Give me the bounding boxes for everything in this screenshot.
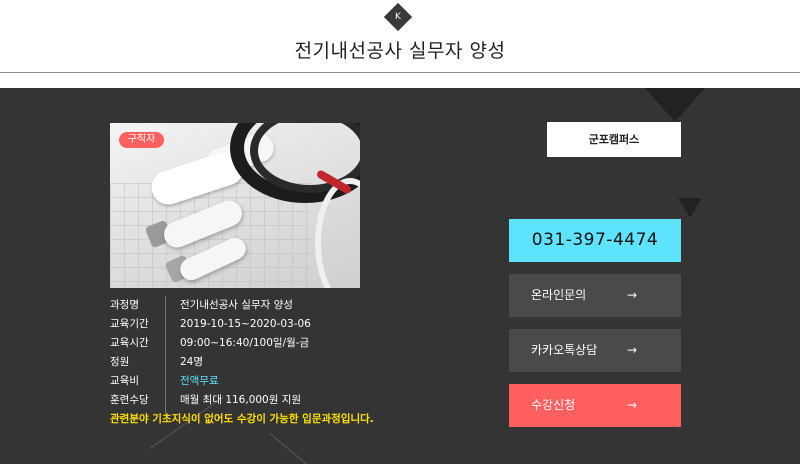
button-label: 온라인문의: [531, 288, 587, 302]
button-label: 카카오톡상담: [531, 343, 598, 357]
header-divider: [0, 72, 800, 73]
kakaotalk-consult-button[interactable]: 카카오톡상담 →: [509, 329, 681, 372]
info-value: 09:00~16:40/100일/월-금: [180, 337, 310, 349]
info-label: 과정명: [110, 299, 139, 311]
course-image: 구직자: [110, 123, 360, 288]
info-label: 훈련수당: [110, 394, 149, 406]
decorative-triangle: [645, 88, 705, 122]
course-panel: 구직자 과정명 전기내선공사 실무자 양성 교육기간 2019-10-15~20…: [0, 88, 800, 464]
enroll-button[interactable]: 수강신청 →: [509, 384, 681, 427]
info-row: 교육비 전액무료: [110, 372, 410, 390]
info-row: 과정명 전기내선공사 실무자 양성: [110, 296, 410, 314]
phone-button[interactable]: 031-397-4474: [509, 219, 681, 262]
online-inquiry-button[interactable]: 온라인문의 →: [509, 274, 681, 317]
info-label: 교육비: [110, 375, 139, 387]
info-row: 교육시간 09:00~16:40/100일/월-금: [110, 334, 410, 352]
info-value: 24명: [180, 356, 204, 368]
info-row: 교육기간 2019-10-15~2020-03-06: [110, 315, 410, 333]
info-value: 2019-10-15~2020-03-06: [180, 318, 311, 330]
info-label: 교육시간: [110, 337, 149, 349]
info-label: 교육기간: [110, 318, 149, 330]
decorative-triangle-small: [678, 198, 702, 218]
page-title: 전기내선공사 실무자 양성: [294, 40, 506, 62]
logo-letter: K: [395, 12, 401, 22]
info-value: 전기내선공사 실무자 양성: [180, 299, 293, 311]
decorative-line: [269, 433, 324, 464]
button-label: 수강신청: [531, 398, 576, 412]
arrow-right-icon: →: [627, 398, 638, 412]
arrow-right-icon: →: [627, 288, 638, 302]
info-value: 매월 최대 116,000원 지원: [180, 394, 302, 406]
info-row: 훈련수당 매월 최대 116,000원 지원: [110, 391, 410, 409]
info-row: 정원 24명: [110, 353, 410, 371]
page-header: K 전기내선공사 실무자 양성: [0, 0, 800, 88]
status-badge: 구직자: [119, 132, 164, 148]
course-notice: 관련분야 기초지식이 없어도 수강이 가능한 입문과정입니다.: [110, 413, 374, 425]
campus-button[interactable]: 군포캠퍼스: [547, 122, 681, 157]
arrow-right-icon: →: [627, 343, 638, 357]
info-label: 정원: [110, 356, 130, 368]
info-value-free: 전액무료: [180, 375, 219, 387]
